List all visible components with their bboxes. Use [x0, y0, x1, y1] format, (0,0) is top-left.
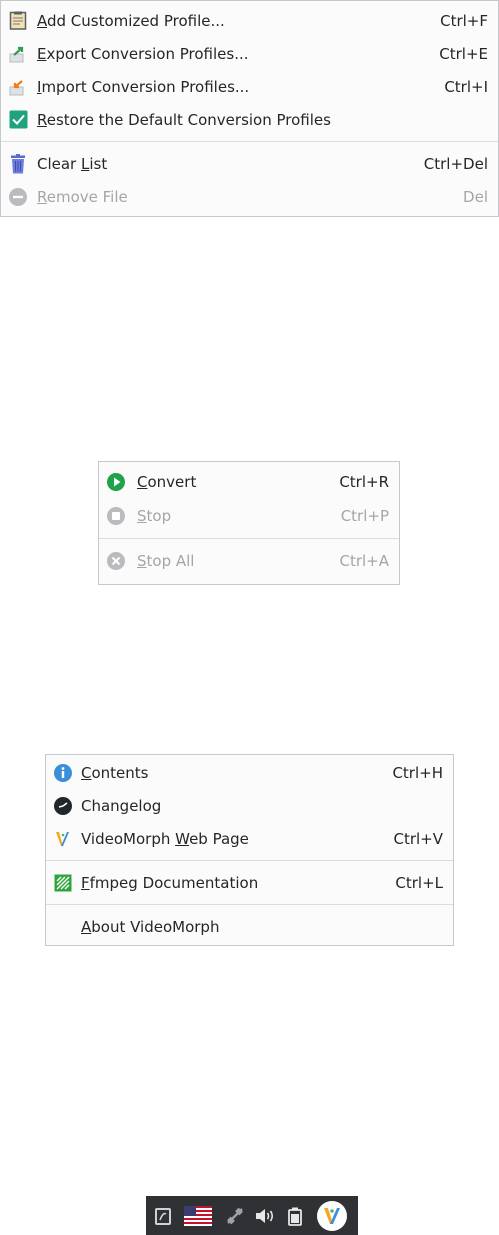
menu-item-stop-all[interactable]: Stop All Ctrl+A — [99, 544, 399, 578]
menu-item-shortcut: Ctrl+Del — [423, 154, 488, 173]
file-menu: Add Customized Profile... Ctrl+F Export … — [0, 0, 499, 217]
clipboard-tray-icon[interactable] — [150, 1196, 176, 1235]
menu-separator — [46, 860, 453, 861]
menu-item-shortcut: Ctrl+E — [439, 44, 488, 63]
clipboard-icon — [8, 11, 28, 31]
menu-item-add-customized-profile[interactable]: Add Customized Profile... Ctrl+F — [1, 4, 498, 37]
menu-item-label: Convert — [137, 473, 197, 491]
menu-item-export-profiles[interactable]: Export Conversion Profiles... Ctrl+E — [1, 37, 498, 70]
clock-icon — [53, 796, 73, 816]
menu-separator — [99, 538, 399, 539]
network-disconnected-icon[interactable] — [222, 1196, 248, 1235]
menu-item-label: Import Conversion Profiles... — [37, 77, 250, 96]
menu-item-label: VideoMorph Web Page — [81, 829, 249, 848]
menu-item-shortcut: Ctrl+I — [444, 77, 488, 96]
info-icon — [53, 763, 73, 783]
menu-item-about[interactable]: About VideoMorph — [46, 910, 453, 943]
menu-item-shortcut: Ctrl+L — [395, 873, 443, 892]
import-icon — [8, 77, 28, 97]
menu-item-shortcut: Ctrl+P — [340, 507, 389, 525]
menu-item-changelog[interactable]: Changelog — [46, 789, 453, 822]
menu-item-label: About VideoMorph — [81, 917, 220, 936]
export-icon — [8, 44, 28, 64]
us-flag-icon[interactable] — [182, 1196, 214, 1235]
menu-item-label: Add Customized Profile... — [37, 11, 225, 30]
menu-item-shortcut: Ctrl+R — [339, 473, 389, 491]
help-menu: Contents Ctrl+H Changelog VideoMorph Web… — [45, 754, 454, 946]
videomorph-tray-icon[interactable] — [314, 1196, 350, 1235]
menu-item-stop[interactable]: Stop Ctrl+P — [99, 499, 399, 533]
menu-item-label: Ffmpeg Documentation — [81, 873, 259, 892]
menu-item-shortcut: Ctrl+V — [393, 829, 443, 848]
menu-item-restore-default-profiles[interactable]: Restore the Default Conversion Profiles — [1, 103, 498, 136]
menu-item-label: Changelog — [81, 796, 162, 815]
play-icon — [106, 472, 126, 492]
menu-item-contents[interactable]: Contents Ctrl+H — [46, 756, 453, 789]
menu-item-web-page[interactable]: VideoMorph Web Page Ctrl+V — [46, 822, 453, 855]
volume-icon[interactable] — [252, 1196, 278, 1235]
menu-item-shortcut: Ctrl+A — [339, 552, 389, 570]
battery-icon[interactable] — [282, 1196, 308, 1235]
menu-item-label: Restore the Default Conversion Profiles — [37, 110, 331, 129]
menu-item-label: Export Conversion Profiles... — [37, 44, 249, 63]
menu-item-shortcut: Ctrl+H — [392, 763, 443, 782]
menu-item-label: Clear List — [37, 154, 108, 173]
menu-item-shortcut: Del — [463, 187, 488, 206]
menu-separator — [46, 904, 453, 905]
menu-item-label: Remove File — [37, 187, 128, 206]
menu-item-label: Contents — [81, 763, 149, 782]
menu-item-remove-file[interactable]: Remove File Del — [1, 180, 498, 213]
menu-item-clear-list[interactable]: Clear List Ctrl+Del — [1, 147, 498, 180]
system-tray — [146, 1196, 358, 1235]
videomorph-logo-icon — [53, 829, 73, 849]
stop-icon — [106, 506, 126, 526]
menu-item-label: Stop All — [137, 552, 195, 570]
menu-item-label: Stop — [137, 507, 172, 525]
trash-icon — [8, 153, 28, 174]
convert-menu: Convert Ctrl+R Stop Ctrl+P Stop All Ctrl… — [98, 461, 400, 585]
restore-checkbox-icon — [8, 110, 28, 130]
ffmpeg-icon — [53, 873, 73, 893]
menu-item-convert[interactable]: Convert Ctrl+R — [99, 465, 399, 499]
menu-item-ffmpeg-docs[interactable]: Ffmpeg Documentation Ctrl+L — [46, 866, 453, 899]
menu-item-shortcut: Ctrl+F — [440, 11, 488, 30]
remove-icon — [8, 187, 28, 207]
menu-item-import-profiles[interactable]: Import Conversion Profiles... Ctrl+I — [1, 70, 498, 103]
stop-all-icon — [106, 551, 126, 571]
menu-separator — [1, 141, 498, 142]
